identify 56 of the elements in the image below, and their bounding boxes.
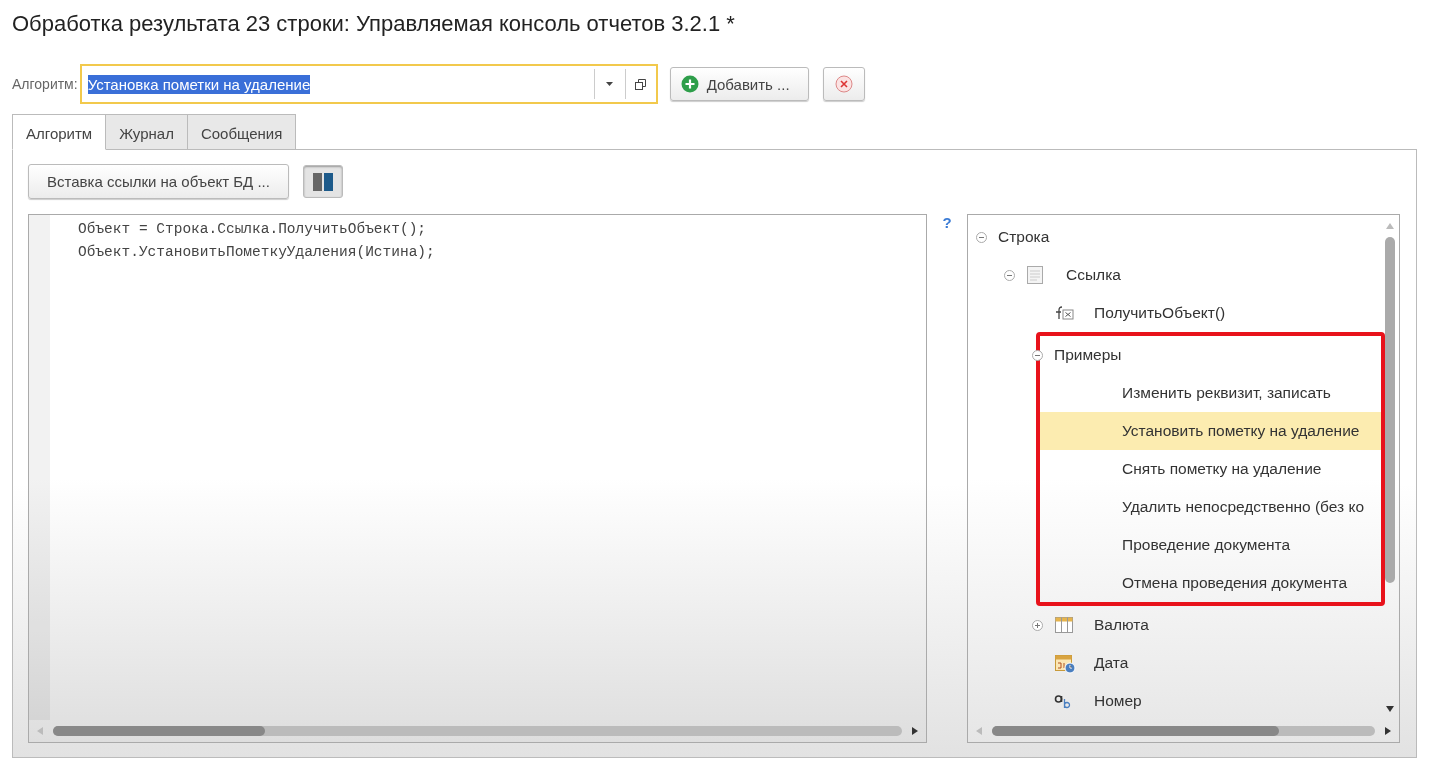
- tree-row[interactable]: Удалить непосредственно (без ко: [1040, 488, 1381, 526]
- tab[interactable]: Сообщения: [187, 114, 297, 150]
- scroll-down-icon: [1386, 706, 1394, 712]
- caret-icon: [606, 82, 614, 87]
- split-panel-icon: [312, 172, 333, 191]
- string-icon: [1054, 693, 1072, 709]
- insert-link-button[interactable]: Вставка ссылки на объект БД ...: [28, 164, 289, 199]
- tab[interactable]: Алгоритм: [12, 114, 107, 150]
- scrollbar-thumb[interactable]: [992, 726, 1280, 736]
- algorithm-field[interactable]: Установка пометки на удаление: [79, 64, 658, 105]
- tree-item[interactable]: Примеры: [1054, 346, 1122, 364]
- tree-row[interactable]: Снять пометку на удаление: [1040, 450, 1381, 488]
- function-icon: [1054, 305, 1074, 321]
- add-button[interactable]: Добавить ...: [669, 67, 809, 102]
- tree-row[interactable]: Проведение документа: [1040, 526, 1381, 564]
- tree-item[interactable]: Установить пометку на удаление: [1122, 422, 1360, 440]
- tree-item[interactable]: Номер: [1094, 692, 1142, 710]
- tree-item[interactable]: Отмена проведения документа: [1122, 574, 1348, 592]
- document-icon: [1026, 265, 1044, 285]
- layout-toggle-button[interactable]: [302, 165, 343, 198]
- collapse-icon[interactable]: [1032, 349, 1043, 361]
- code-line: Объект = Строка.Ссылка.ПолучитьОбъект();: [78, 220, 428, 239]
- tab[interactable]: Журнал: [106, 114, 188, 150]
- tree-item[interactable]: Дата: [1094, 654, 1129, 672]
- tree-row[interactable]: Отмена проведения документа: [1040, 564, 1381, 602]
- code-line: Объект.УстановитьПометкуУдаления(Истина);: [78, 243, 435, 262]
- scroll-right-icon: [912, 727, 918, 735]
- scroll-right-icon: [1385, 727, 1391, 735]
- code-editor[interactable]: Объект = Строка.Ссылка.ПолучитьОбъект(); Объект.УстановитьПометкуУдаления(Истина);: [28, 214, 927, 743]
- scrollbar-thumb[interactable]: [1385, 237, 1395, 583]
- table-icon: [1054, 616, 1074, 634]
- close-icon: [834, 75, 853, 94]
- help-link[interactable]: ?: [927, 214, 967, 743]
- scroll-up-icon: [1386, 223, 1394, 229]
- tree-item[interactable]: Ссылка: [1066, 266, 1121, 284]
- delete-button[interactable]: [822, 67, 865, 102]
- tree-row[interactable]: Изменить реквизит, записать: [1040, 374, 1381, 412]
- scroll-left-icon: [976, 727, 982, 735]
- window-title: Обработка результата 23 строки: Управляемая консоль отчетов 3.2.1 *: [12, 10, 736, 38]
- tree-item[interactable]: Строка: [998, 228, 1050, 246]
- open-window-icon: [635, 78, 647, 90]
- collapse-icon[interactable]: [1004, 269, 1015, 281]
- tree-item[interactable]: Валюта: [1094, 616, 1149, 634]
- scrollbar-thumb[interactable]: [53, 726, 266, 736]
- plus-circle-icon: [680, 75, 699, 94]
- tree-item[interactable]: Удалить непосредственно (без ко: [1122, 498, 1365, 516]
- scroll-left-icon: [37, 727, 43, 735]
- expand-icon[interactable]: [1032, 619, 1043, 631]
- tree-item[interactable]: Снять пометку на удаление: [1122, 460, 1322, 478]
- tree-item[interactable]: Проведение документа: [1122, 536, 1291, 554]
- tree-item[interactable]: ПолучитьОбъект(): [1094, 304, 1226, 322]
- tree-row[interactable]: Установить пометку на удаление: [1040, 412, 1381, 450]
- collapse-icon[interactable]: [976, 231, 987, 243]
- calendar-icon: [1054, 652, 1076, 674]
- field-label: Алгоритм:: [12, 76, 78, 93]
- tree-item[interactable]: Изменить реквизит, записать: [1122, 384, 1331, 402]
